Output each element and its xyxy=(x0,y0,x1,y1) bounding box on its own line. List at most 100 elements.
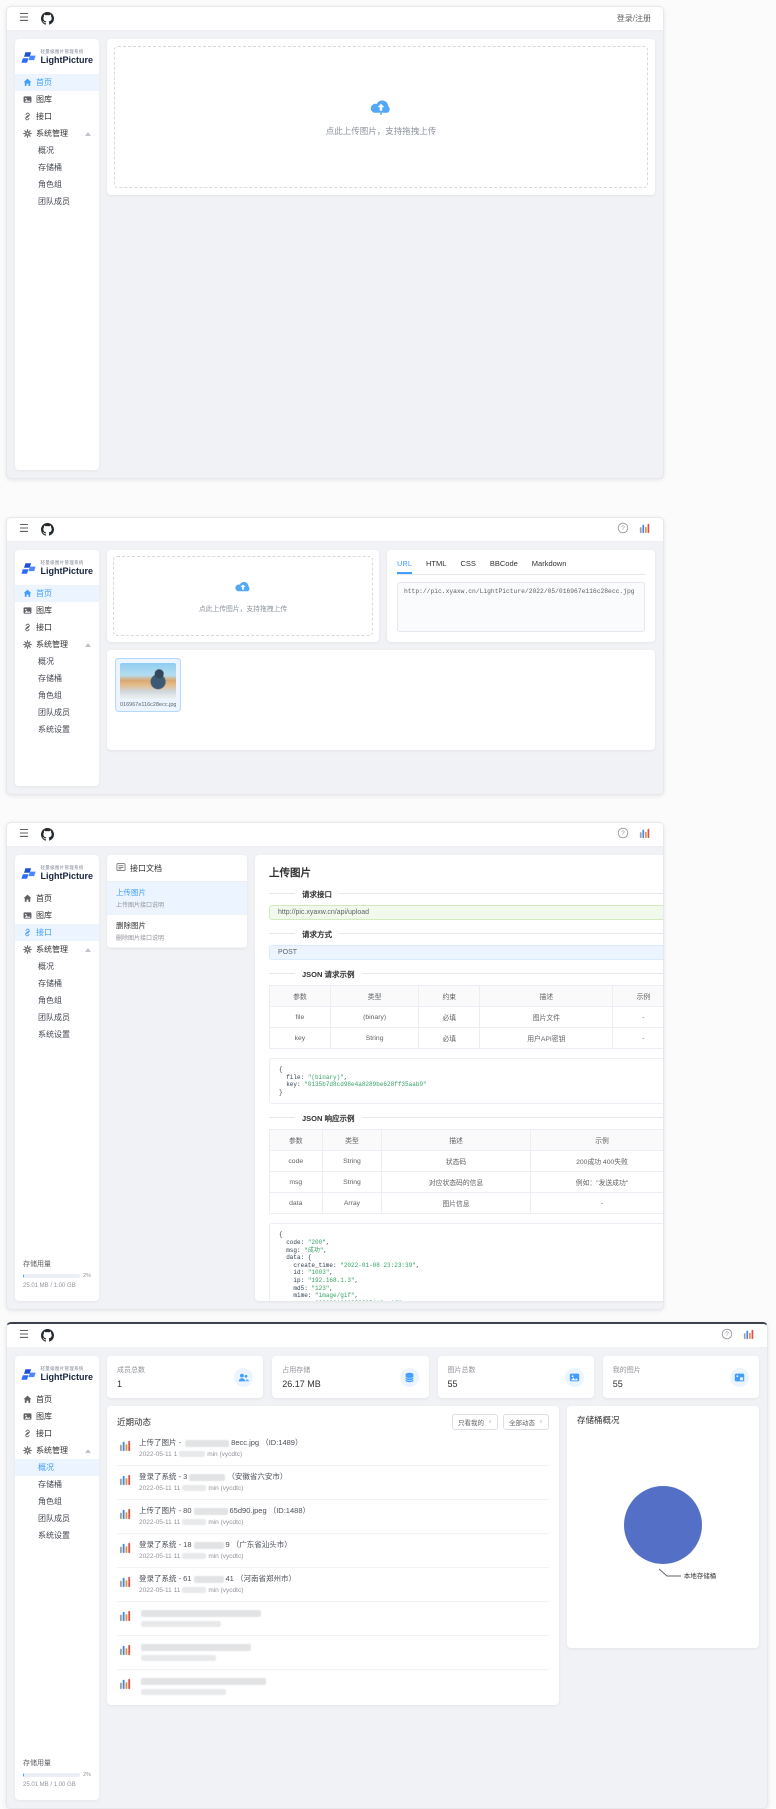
section-label-request-example: JSON 请求示例 xyxy=(295,969,362,980)
sidebar-item-概况[interactable]: 概况 xyxy=(15,1459,99,1476)
sidebar-item-首页[interactable]: 首页 xyxy=(15,585,99,602)
tab-markdown[interactable]: Markdown xyxy=(532,557,567,574)
help-icon[interactable]: ? xyxy=(617,521,629,539)
sidebar-item-系统设置[interactable]: 系统设置 xyxy=(15,721,99,738)
activity-avatar-icon xyxy=(119,1575,132,1593)
sidebar-item-图库[interactable]: 图库 xyxy=(15,1408,99,1425)
upload-hint: 点此上传图片，支持拖拽上传 xyxy=(326,125,437,137)
github-icon[interactable] xyxy=(41,523,54,536)
user-avatar[interactable] xyxy=(639,521,651,539)
help-icon[interactable]: ? xyxy=(721,1327,733,1345)
sidebar-item-首页[interactable]: 首页 xyxy=(15,890,99,907)
github-icon[interactable] xyxy=(41,1329,54,1342)
sidebar-item-概况[interactable]: 概况 xyxy=(15,653,99,670)
sidebar-item-概况[interactable]: 概况 xyxy=(15,142,99,159)
sidebar-item-存储桶[interactable]: 存储桶 xyxy=(15,670,99,687)
sidebar-item-团队成员[interactable]: 团队成员 xyxy=(15,1510,99,1527)
sidebar-item-概况[interactable]: 概况 xyxy=(15,958,99,975)
doc-list-item-上传图片[interactable]: 上传图片上传图片接口说明 xyxy=(107,882,247,915)
github-icon[interactable] xyxy=(41,828,54,841)
gallery-icon xyxy=(23,1412,32,1421)
sidebar-item-存储桶[interactable]: 存储桶 xyxy=(15,975,99,992)
sidebar-item-系统设置[interactable]: 系统设置 xyxy=(15,1527,99,1544)
sidebar-item-图库[interactable]: 图库 xyxy=(15,602,99,619)
activity-list-item[interactable] xyxy=(117,1602,549,1636)
hamburger-menu-icon[interactable]: ☰ xyxy=(19,1330,29,1341)
app-name: LightPicture xyxy=(40,1372,93,1383)
tab-bbcode[interactable]: BBCode xyxy=(490,557,518,574)
response-json-example: { code: "200", msg: "成功", data: { create… xyxy=(269,1223,663,1301)
app-name: LightPicture xyxy=(40,871,93,882)
pie-legend-label: 本地存储桶 xyxy=(684,1570,717,1580)
sidebar-item-图库[interactable]: 图库 xyxy=(15,91,99,108)
login-register-link[interactable]: 登录/注册 xyxy=(617,13,651,24)
sidebar-item-系统管理[interactable]: 系统管理 xyxy=(15,1442,99,1459)
upload-dropzone[interactable]: 点此上传图片，支持拖拽上传 xyxy=(113,556,373,636)
redacted-text xyxy=(194,1576,224,1583)
github-icon[interactable] xyxy=(41,12,54,25)
filter-only-mine-select[interactable]: 只看我的∨ xyxy=(452,1414,498,1430)
help-icon[interactable]: ? xyxy=(617,826,629,844)
image-url-textarea[interactable]: http://pic.xyaxw.cn/LightPicture/2022/05… xyxy=(397,582,645,632)
api-icon xyxy=(23,623,32,632)
activity-list-item[interactable]: 登录了系统 - 3（安徽省六安市）2022-05-11 11min (vycdt… xyxy=(117,1466,549,1500)
section-label-endpoint: 请求接口 xyxy=(295,889,339,900)
sidebar-item-角色组[interactable]: 角色组 xyxy=(15,687,99,704)
sidebar-item-角色组[interactable]: 角色组 xyxy=(15,1493,99,1510)
activity-list-item[interactable] xyxy=(117,1636,549,1670)
upload-dropzone[interactable]: 点此上传图片，支持拖拽上传 xyxy=(114,46,648,188)
user-avatar[interactable] xyxy=(743,1327,755,1345)
gallery-icon xyxy=(23,606,32,615)
sidebar-item-系统管理[interactable]: 系统管理 xyxy=(15,636,99,653)
sidebar-item-接口[interactable]: 接口 xyxy=(15,619,99,636)
home-icon xyxy=(23,1395,32,1404)
api-doc-content-card: 上传图片 请求接口 http://pic.xyaxw.cn/api/upload… xyxy=(255,855,663,1301)
sidebar-item-系统管理[interactable]: 系统管理 xyxy=(15,941,99,958)
collapse-caret-icon xyxy=(85,1449,91,1453)
user-avatar[interactable] xyxy=(639,826,651,844)
hamburger-menu-icon[interactable]: ☰ xyxy=(19,524,29,535)
image-thumbnail[interactable] xyxy=(120,663,176,699)
sidebar-item-存储桶[interactable]: 存储桶 xyxy=(15,1476,99,1493)
sidebar-item-接口[interactable]: 接口 xyxy=(15,1425,99,1442)
storage-pie-chart[interactable] xyxy=(624,1486,702,1564)
home-icon xyxy=(23,894,32,903)
app-logo: 轻量级图片管理系统LightPicture xyxy=(15,1362,99,1391)
screenshot-panel-api-docs: ☰ ? 轻量级图片管理系统LightPicture首页图库接口系统管理概况存储桶… xyxy=(6,822,664,1310)
storage-usage-value: 25.01 MB / 1.00 GB xyxy=(23,1782,91,1788)
app-logo: 轻量级图片管理系统LightPicture xyxy=(15,861,99,890)
sidebar-item-接口[interactable]: 接口 xyxy=(15,924,99,941)
hamburger-menu-icon[interactable]: ☰ xyxy=(19,829,29,840)
activity-list-item[interactable]: 登录了系统 - 189 （广东省汕头市）2022-05-11 11min (vy… xyxy=(117,1534,549,1568)
chevron-down-icon: ∨ xyxy=(539,1419,543,1425)
tab-html[interactable]: HTML xyxy=(426,557,446,574)
activity-list-item[interactable]: 上传了图片 - 8065d90.jpeg （ID:1488）2022-05-11… xyxy=(117,1500,549,1534)
activity-list-item[interactable]: 登录了系统 - 6141 （河南省郑州市）2022-05-11 11min (v… xyxy=(117,1568,549,1602)
sidebar-item-存储桶[interactable]: 存储桶 xyxy=(15,159,99,176)
doc-list-item-删除图片[interactable]: 删除图片删除图片接口说明 xyxy=(107,915,247,948)
sidebar-item-角色组[interactable]: 角色组 xyxy=(15,992,99,1009)
sidebar-item-首页[interactable]: 首页 xyxy=(15,1391,99,1408)
stat-card-占用存储: 占用存储26.17 MB xyxy=(272,1356,428,1398)
sidebar-item-接口[interactable]: 接口 xyxy=(15,108,99,125)
sidebar-item-团队成员[interactable]: 团队成员 xyxy=(15,704,99,721)
filter-all-activity-select[interactable]: 全部动态∨ xyxy=(503,1414,549,1430)
stat-card-我的图片: 我的图片55 xyxy=(603,1356,759,1398)
activity-list-item[interactable] xyxy=(117,1670,549,1703)
tab-url[interactable]: URL xyxy=(397,557,412,574)
sidebar-item-系统设置[interactable]: 系统设置 xyxy=(15,1026,99,1043)
sidebar-item-首页[interactable]: 首页 xyxy=(15,74,99,91)
activity-list-item[interactable]: 上传了图片 - 8ecc.jpg （ID:1489）2022-05-11 1mi… xyxy=(117,1432,549,1466)
sidebar-item-图库[interactable]: 图库 xyxy=(15,907,99,924)
sidebar-item-团队成员[interactable]: 团队成员 xyxy=(15,1009,99,1026)
table-row: codeString状态码200成功 400失败 xyxy=(270,1151,664,1172)
sidebar: 轻量级图片管理系统LightPicture首页图库接口系统管理概况存储桶角色组团… xyxy=(15,855,99,1301)
sidebar-item-角色组[interactable]: 角色组 xyxy=(15,176,99,193)
sidebar-item-系统管理[interactable]: 系统管理 xyxy=(15,125,99,142)
hamburger-menu-icon[interactable]: ☰ xyxy=(19,13,29,24)
request-method: POST xyxy=(269,945,663,960)
image-tile-selected[interactable]: 016967e116c28ecc.jpg xyxy=(115,658,181,712)
sidebar-item-团队成员[interactable]: 团队成员 xyxy=(15,193,99,210)
activity-title: 近期动态 xyxy=(117,1416,151,1428)
tab-css[interactable]: CSS xyxy=(460,557,475,574)
